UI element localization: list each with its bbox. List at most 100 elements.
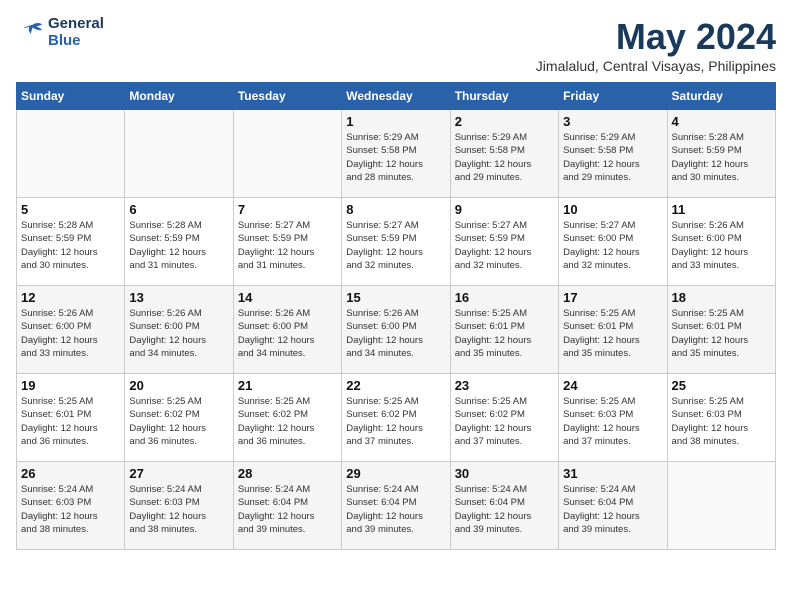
day-number: 9 bbox=[455, 202, 554, 217]
day-cell: 7 Sunrise: 5:27 AM Sunset: 5:59 PM Daylig… bbox=[233, 198, 341, 286]
day-number: 24 bbox=[563, 378, 662, 393]
day-info: Sunrise: 5:24 AM Sunset: 6:04 PM Dayligh… bbox=[346, 483, 445, 536]
day-cell: 18Sunrise: 5:25 AM Sunset: 6:01 PM Dayli… bbox=[667, 286, 775, 374]
day-cell: 4 Sunrise: 5:28 AM Sunset: 5:59 PM Daylig… bbox=[667, 110, 775, 198]
day-number: 16 bbox=[455, 290, 554, 305]
day-info: Sunrise: 5:25 AM Sunset: 6:01 PM Dayligh… bbox=[455, 307, 554, 360]
week-row-4: 19Sunrise: 5:25 AM Sunset: 6:01 PM Dayli… bbox=[17, 374, 776, 462]
day-cell: 12 Sunrise: 5:26 AM Sunset: 6:00 PM Dayli… bbox=[17, 286, 125, 374]
weekday-header-row: SundayMondayTuesdayWednesdayThursdayFrid… bbox=[17, 83, 776, 110]
day-cell: 24 Sunrise: 5:25 AM Sunset: 6:03 PM Dayli… bbox=[559, 374, 667, 462]
day-info: Sunrise: 5:29 AM Sunset: 5:58 PM Dayligh… bbox=[455, 131, 554, 184]
day-cell: 23 Sunrise: 5:25 AM Sunset: 6:02 PM Dayli… bbox=[450, 374, 558, 462]
day-info: Sunrise: 5:27 AM Sunset: 6:00 PM Dayligh… bbox=[563, 219, 662, 272]
day-number: 13 bbox=[129, 290, 228, 305]
day-info: Sunrise: 5:25 AM Sunset: 6:02 PM Dayligh… bbox=[346, 395, 445, 448]
day-number: 12 bbox=[21, 290, 120, 305]
day-number: 19 bbox=[21, 378, 120, 393]
day-number: 1 bbox=[346, 114, 445, 129]
day-cell: 9 Sunrise: 5:27 AM Sunset: 5:59 PM Daylig… bbox=[450, 198, 558, 286]
day-info: Sunrise: 5:25 AM Sunset: 6:02 PM Dayligh… bbox=[238, 395, 337, 448]
day-info: Sunrise: 5:26 AM Sunset: 6:00 PM Dayligh… bbox=[346, 307, 445, 360]
day-cell: 22 Sunrise: 5:25 AM Sunset: 6:02 PM Dayli… bbox=[342, 374, 450, 462]
day-number: 18 bbox=[672, 290, 771, 305]
day-info: Sunrise: 5:26 AM Sunset: 6:00 PM Dayligh… bbox=[238, 307, 337, 360]
day-cell: 6 Sunrise: 5:28 AM Sunset: 5:59 PM Daylig… bbox=[125, 198, 233, 286]
day-number: 22 bbox=[346, 378, 445, 393]
day-number: 23 bbox=[455, 378, 554, 393]
day-cell: 20 Sunrise: 5:25 AM Sunset: 6:02 PM Dayli… bbox=[125, 374, 233, 462]
title-block: May 2024 Jimalalud, Central Visayas, Phi… bbox=[536, 16, 776, 74]
day-number: 2 bbox=[455, 114, 554, 129]
day-info: Sunrise: 5:25 AM Sunset: 6:02 PM Dayligh… bbox=[129, 395, 228, 448]
day-info: Sunrise: 5:27 AM Sunset: 5:59 PM Dayligh… bbox=[238, 219, 337, 272]
day-number: 21 bbox=[238, 378, 337, 393]
day-number: 4 bbox=[672, 114, 771, 129]
day-cell: 16 Sunrise: 5:25 AM Sunset: 6:01 PM Dayli… bbox=[450, 286, 558, 374]
day-info: Sunrise: 5:27 AM Sunset: 5:59 PM Dayligh… bbox=[346, 219, 445, 272]
day-info: Sunrise: 5:27 AM Sunset: 5:59 PM Dayligh… bbox=[455, 219, 554, 272]
weekday-header-sunday: Sunday bbox=[17, 83, 125, 110]
day-info: Sunrise: 5:24 AM Sunset: 6:04 PM Dayligh… bbox=[563, 483, 662, 536]
weekday-header-wednesday: Wednesday bbox=[342, 83, 450, 110]
week-row-5: 26 Sunrise: 5:24 AM Sunset: 6:03 PM Dayli… bbox=[17, 462, 776, 550]
day-cell: 2 Sunrise: 5:29 AM Sunset: 5:58 PM Daylig… bbox=[450, 110, 558, 198]
day-number: 25 bbox=[672, 378, 771, 393]
location-text: Jimalalud, Central Visayas, Philippines bbox=[536, 58, 776, 74]
day-info: Sunrise: 5:25 AM Sunset: 6:03 PM Dayligh… bbox=[672, 395, 771, 448]
weekday-header-saturday: Saturday bbox=[667, 83, 775, 110]
weekday-header-tuesday: Tuesday bbox=[233, 83, 341, 110]
day-number: 27 bbox=[129, 466, 228, 481]
page-header: General Blue May 2024 Jimalalud, Central… bbox=[16, 16, 776, 74]
day-info: Sunrise: 5:24 AM Sunset: 6:04 PM Dayligh… bbox=[238, 483, 337, 536]
day-cell bbox=[125, 110, 233, 198]
day-cell: 5 Sunrise: 5:28 AM Sunset: 5:59 PM Daylig… bbox=[17, 198, 125, 286]
day-cell bbox=[667, 462, 775, 550]
day-info: Sunrise: 5:28 AM Sunset: 5:59 PM Dayligh… bbox=[672, 131, 771, 184]
day-number: 26 bbox=[21, 466, 120, 481]
day-number: 5 bbox=[21, 202, 120, 217]
day-cell: 17 Sunrise: 5:25 AM Sunset: 6:01 PM Dayli… bbox=[559, 286, 667, 374]
day-info: Sunrise: 5:25 AM Sunset: 6:03 PM Dayligh… bbox=[563, 395, 662, 448]
day-cell: 29Sunrise: 5:24 AM Sunset: 6:04 PM Dayli… bbox=[342, 462, 450, 550]
day-cell: 27 Sunrise: 5:24 AM Sunset: 6:03 PM Dayli… bbox=[125, 462, 233, 550]
day-number: 7 bbox=[238, 202, 337, 217]
day-number: 28 bbox=[238, 466, 337, 481]
logo-bird-icon bbox=[16, 21, 44, 45]
week-row-2: 5 Sunrise: 5:28 AM Sunset: 5:59 PM Daylig… bbox=[17, 198, 776, 286]
calendar-table: SundayMondayTuesdayWednesdayThursdayFrid… bbox=[16, 82, 776, 550]
day-cell: 25 Sunrise: 5:25 AM Sunset: 6:03 PM Dayli… bbox=[667, 374, 775, 462]
day-number: 31 bbox=[563, 466, 662, 481]
day-number: 20 bbox=[129, 378, 228, 393]
logo: General Blue bbox=[16, 16, 104, 49]
day-info: Sunrise: 5:24 AM Sunset: 6:03 PM Dayligh… bbox=[21, 483, 120, 536]
weekday-header-thursday: Thursday bbox=[450, 83, 558, 110]
day-info: Sunrise: 5:26 AM Sunset: 6:00 PM Dayligh… bbox=[21, 307, 120, 360]
day-cell: 11Sunrise: 5:26 AM Sunset: 6:00 PM Dayli… bbox=[667, 198, 775, 286]
week-row-1: 1 Sunrise: 5:29 AM Sunset: 5:58 PM Daylig… bbox=[17, 110, 776, 198]
day-info: Sunrise: 5:28 AM Sunset: 5:59 PM Dayligh… bbox=[129, 219, 228, 272]
day-cell: 3Sunrise: 5:29 AM Sunset: 5:58 PM Daylig… bbox=[559, 110, 667, 198]
day-cell: 21 Sunrise: 5:25 AM Sunset: 6:02 PM Dayli… bbox=[233, 374, 341, 462]
day-info: Sunrise: 5:25 AM Sunset: 6:01 PM Dayligh… bbox=[563, 307, 662, 360]
weekday-header-friday: Friday bbox=[559, 83, 667, 110]
day-info: Sunrise: 5:26 AM Sunset: 6:00 PM Dayligh… bbox=[129, 307, 228, 360]
day-cell: 10Sunrise: 5:27 AM Sunset: 6:00 PM Dayli… bbox=[559, 198, 667, 286]
day-cell: 28 Sunrise: 5:24 AM Sunset: 6:04 PM Dayli… bbox=[233, 462, 341, 550]
day-number: 6 bbox=[129, 202, 228, 217]
logo-text: General Blue bbox=[48, 16, 104, 49]
day-info: Sunrise: 5:25 AM Sunset: 6:02 PM Dayligh… bbox=[455, 395, 554, 448]
day-info: Sunrise: 5:24 AM Sunset: 6:03 PM Dayligh… bbox=[129, 483, 228, 536]
day-info: Sunrise: 5:24 AM Sunset: 6:04 PM Dayligh… bbox=[455, 483, 554, 536]
day-cell: 14Sunrise: 5:26 AM Sunset: 6:00 PM Dayli… bbox=[233, 286, 341, 374]
day-number: 17 bbox=[563, 290, 662, 305]
day-number: 3 bbox=[563, 114, 662, 129]
day-cell: 31 Sunrise: 5:24 AM Sunset: 6:04 PM Dayli… bbox=[559, 462, 667, 550]
day-info: Sunrise: 5:28 AM Sunset: 5:59 PM Dayligh… bbox=[21, 219, 120, 272]
day-cell bbox=[17, 110, 125, 198]
day-cell bbox=[233, 110, 341, 198]
day-number: 11 bbox=[672, 202, 771, 217]
day-cell: 30Sunrise: 5:24 AM Sunset: 6:04 PM Dayli… bbox=[450, 462, 558, 550]
day-cell: 26 Sunrise: 5:24 AM Sunset: 6:03 PM Dayli… bbox=[17, 462, 125, 550]
day-cell: 19Sunrise: 5:25 AM Sunset: 6:01 PM Dayli… bbox=[17, 374, 125, 462]
